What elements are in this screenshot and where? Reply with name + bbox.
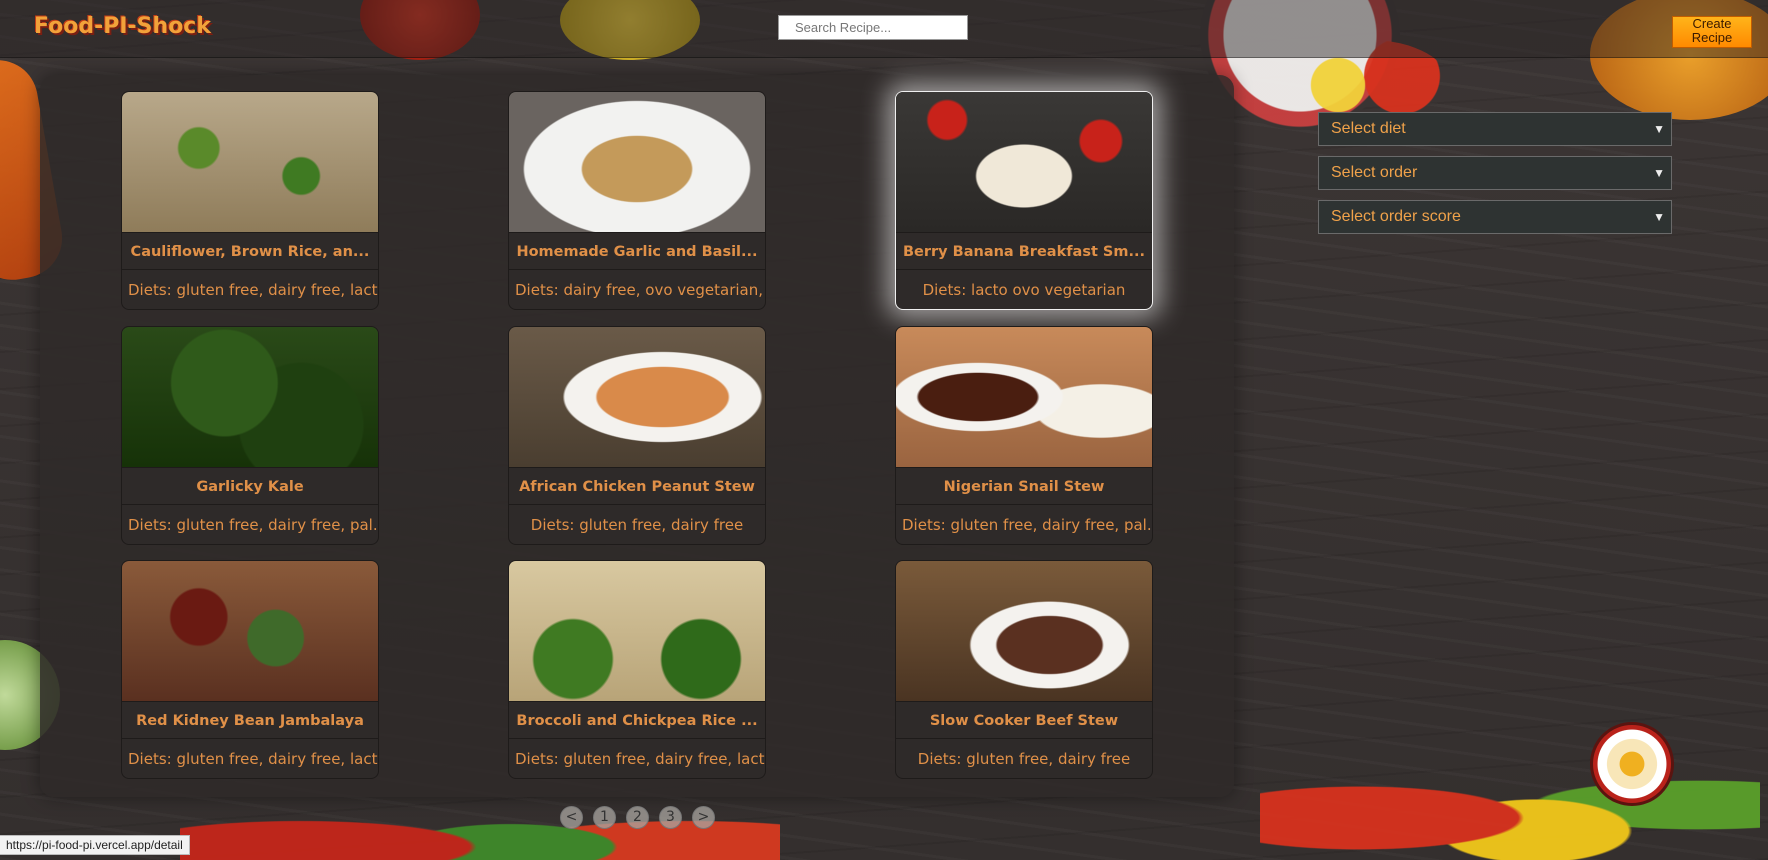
recipe-title: Broccoli and Chickpea Rice ... bbox=[509, 701, 765, 739]
bottom-right-vegetables-decoration bbox=[1260, 740, 1760, 860]
chevron-down-icon: ▼ bbox=[1653, 122, 1665, 136]
recipe-image bbox=[509, 327, 765, 467]
chevron-down-icon: ▼ bbox=[1653, 210, 1665, 224]
decorative-plate-icon bbox=[1590, 722, 1674, 806]
recipe-diets: Diets: gluten free, dairy free, pal... bbox=[902, 516, 1152, 534]
recipe-diets: Diets: gluten free, dairy free, lact... bbox=[128, 281, 378, 299]
create-recipe-label: Create Recipe bbox=[1691, 16, 1733, 45]
recipe-title: Slow Cooker Beef Stew bbox=[896, 701, 1152, 739]
recipe-title: Nigerian Snail Stew bbox=[896, 467, 1152, 505]
recipe-card[interactable]: Berry Banana Breakfast Sm... Diets: lact… bbox=[895, 91, 1153, 310]
recipe-diets: Diets: gluten free, dairy free, lact... bbox=[128, 750, 378, 768]
order-select-value: Select order bbox=[1331, 164, 1418, 181]
recipe-image bbox=[896, 327, 1152, 467]
recipe-diets: Diets: gluten free, dairy free bbox=[530, 516, 744, 534]
site-logo[interactable]: Food-PI-Shock bbox=[34, 14, 211, 39]
recipe-card[interactable]: Slow Cooker Beef Stew Diets: gluten free… bbox=[895, 560, 1153, 779]
diet-select-value: Select diet bbox=[1331, 120, 1406, 137]
recipe-diets: Diets: gluten free, dairy free, lact... bbox=[515, 750, 765, 768]
pagination: < 1 2 3 > bbox=[560, 806, 715, 829]
recipe-card[interactable]: Cauliflower, Brown Rice, an... Diets: gl… bbox=[121, 91, 379, 310]
recipe-diets: Diets: gluten free, dairy free, pal... bbox=[128, 516, 378, 534]
next-page-button[interactable]: > bbox=[692, 806, 715, 829]
recipe-image bbox=[896, 561, 1152, 701]
order-score-select[interactable]: Select order score ▼ bbox=[1318, 200, 1672, 234]
create-recipe-button[interactable]: Create Recipe bbox=[1672, 16, 1752, 48]
recipe-diets: Diets: gluten free, dairy free bbox=[917, 750, 1131, 768]
recipe-diets: Diets: dairy free, ovo vegetarian, ... bbox=[515, 281, 765, 299]
recipe-title: Homemade Garlic and Basil... bbox=[509, 232, 765, 270]
recipe-card[interactable]: Garlicky Kale Diets: gluten free, dairy … bbox=[121, 326, 379, 545]
recipe-card[interactable]: African Chicken Peanut Stew Diets: glute… bbox=[508, 326, 766, 545]
recipe-title: African Chicken Peanut Stew bbox=[509, 467, 765, 505]
page-button-2[interactable]: 2 bbox=[626, 806, 649, 829]
prev-page-button[interactable]: < bbox=[560, 806, 583, 829]
recipe-card[interactable]: Nigerian Snail Stew Diets: gluten free, … bbox=[895, 326, 1153, 545]
recipe-title: Cauliflower, Brown Rice, an... bbox=[122, 232, 378, 270]
recipe-card[interactable]: Homemade Garlic and Basil... Diets: dair… bbox=[508, 91, 766, 310]
page-button-3[interactable]: 3 bbox=[659, 806, 682, 829]
chevron-down-icon: ▼ bbox=[1653, 166, 1665, 180]
recipe-title: Red Kidney Bean Jambalaya bbox=[122, 701, 378, 739]
diet-select[interactable]: Select diet ▼ bbox=[1318, 112, 1672, 146]
recipe-image bbox=[122, 561, 378, 701]
order-select[interactable]: Select order ▼ bbox=[1318, 156, 1672, 190]
status-bar-url: https://pi-food-pi.vercel.app/detail bbox=[0, 835, 190, 855]
recipe-title: Garlicky Kale bbox=[122, 467, 378, 505]
page-button-1[interactable]: 1 bbox=[593, 806, 616, 829]
top-navbar: Food-PI-Shock Create Recipe bbox=[0, 0, 1768, 58]
recipe-title: Berry Banana Breakfast Sm... bbox=[896, 232, 1152, 270]
recipe-image bbox=[509, 92, 765, 232]
search-input[interactable] bbox=[778, 15, 968, 40]
order-score-select-value: Select order score bbox=[1331, 208, 1461, 225]
recipe-image bbox=[122, 92, 378, 232]
recipe-image bbox=[509, 561, 765, 701]
recipe-card[interactable]: Red Kidney Bean Jambalaya Diets: gluten … bbox=[121, 560, 379, 779]
recipe-diets: Diets: lacto ovo vegetarian bbox=[922, 281, 1126, 299]
recipe-image bbox=[896, 92, 1152, 232]
recipe-image bbox=[122, 327, 378, 467]
recipe-card[interactable]: Broccoli and Chickpea Rice ... Diets: gl… bbox=[508, 560, 766, 779]
